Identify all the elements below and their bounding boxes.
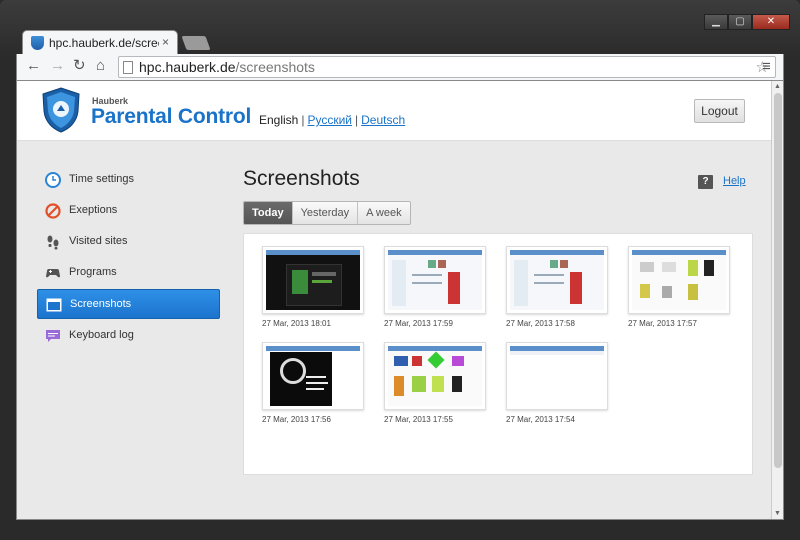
sidebar-item-label: Screenshots <box>70 298 132 310</box>
tab-title: hpc.hauberk.de/screensho <box>49 36 159 50</box>
sidebar-item-label: Time settings <box>69 173 135 185</box>
chat-icon <box>46 330 60 342</box>
forward-arrow-icon[interactable]: → <box>50 57 65 75</box>
scroll-thumb[interactable] <box>774 93 782 468</box>
home-icon[interactable]: ⌂ <box>96 57 105 75</box>
sidebar-item-label: Programs <box>69 266 117 278</box>
url-path: /screenshots <box>235 59 315 75</box>
gamepad-icon <box>46 269 60 278</box>
browser-tab[interactable]: hpc.hauberk.de/screensho × <box>22 30 178 54</box>
tab-a-week[interactable]: A week <box>358 202 410 224</box>
address-bar[interactable]: hpc.hauberk.de/screenshots ☆ <box>118 56 776 78</box>
language-switcher: English | Русский | Deutsch <box>259 113 406 127</box>
screenshot-item[interactable]: 27 Mar, 2013 17:59 <box>384 246 488 328</box>
screenshot-thumbnail[interactable] <box>628 246 730 314</box>
hauberk-favicon-icon <box>31 36 44 50</box>
new-tab-button[interactable] <box>181 36 211 50</box>
footprints-icon <box>47 235 59 250</box>
sidebar-item-exceptions[interactable]: Exeptions <box>37 196 220 226</box>
page-icon <box>123 61 133 74</box>
sidebar-item-label: Keyboard log <box>69 329 134 341</box>
logout-button[interactable]: Logout <box>694 99 745 123</box>
screenshot-date: 27 Mar, 2013 17:59 <box>384 319 453 328</box>
sidebar-item-visited-sites[interactable]: Visited sites <box>37 227 220 257</box>
screenshot-date: 27 Mar, 2013 17:57 <box>628 319 697 328</box>
screenshot-thumbnail[interactable] <box>506 342 608 410</box>
clock-icon <box>45 172 61 188</box>
lang-german-link[interactable]: Deutsch <box>361 113 405 127</box>
shield-logo-icon <box>42 87 80 133</box>
screenshot-date: 27 Mar, 2013 18:01 <box>262 319 331 328</box>
screenshot-item[interactable]: 27 Mar, 2013 17:54 <box>506 342 610 424</box>
screenshot-thumbnail[interactable] <box>262 342 364 410</box>
screenshot-date: 27 Mar, 2013 17:54 <box>506 415 575 424</box>
sidebar-item-label: Visited sites <box>69 235 128 247</box>
tab-today[interactable]: Today <box>244 202 293 224</box>
screenshot-item[interactable]: 27 Mar, 2013 17:58 <box>506 246 610 328</box>
screenshot-item[interactable]: 27 Mar, 2013 17:57 <box>628 246 732 328</box>
screenshot-item[interactable]: 27 Mar, 2013 17:56 <box>262 342 366 424</box>
screenshot-item[interactable]: 27 Mar, 2013 18:01 <box>262 246 366 328</box>
sidebar-item-programs[interactable]: Programs <box>37 258 220 288</box>
close-window-button[interactable]: ✕ <box>752 14 790 30</box>
tab-yesterday[interactable]: Yesterday <box>292 202 359 224</box>
sidebar-item-screenshots[interactable]: Screenshots <box>37 289 220 319</box>
screenshot-thumbnail[interactable] <box>262 246 364 314</box>
minimize-button[interactable]: ▁ <box>704 14 728 30</box>
lang-english: English <box>259 113 299 127</box>
sidebar-item-label: Exeptions <box>69 204 118 216</box>
url-host: hpc.hauberk.de <box>139 59 236 75</box>
screenshot-date: 27 Mar, 2013 17:58 <box>506 319 575 328</box>
back-arrow-icon[interactable]: ← <box>26 57 41 75</box>
help-question-icon[interactable]: ? <box>698 175 713 189</box>
menu-icon[interactable]: ≡ <box>762 58 771 75</box>
screenshot-thumbnail[interactable] <box>384 342 486 410</box>
browser-toolbar: ← → ↻ ⌂ hpc.hauberk.de/screenshots ☆ ≡ <box>16 54 784 80</box>
window-icon <box>46 298 62 312</box>
screenshots-panel: 27 Mar, 2013 18:01 27 Mar, 2013 17:59 27… <box>243 233 753 475</box>
window-controls: ▁ ▢ ✕ <box>704 14 790 30</box>
page-title: Screenshots <box>243 167 360 190</box>
screenshot-date: 27 Mar, 2013 17:55 <box>384 415 453 424</box>
forbidden-icon <box>45 203 61 219</box>
browser-window: hpc.hauberk.de/screensho × ▁ ▢ ✕ ← → ↻ ⌂… <box>0 0 800 540</box>
screenshot-thumbnail[interactable] <box>384 246 486 314</box>
screenshot-date: 27 Mar, 2013 17:56 <box>262 415 331 424</box>
screenshot-thumbnail[interactable] <box>506 246 608 314</box>
site-header: Hauberk Parental Control English | Русский… <box>17 81 772 141</box>
scroll-up-arrow-icon[interactable]: ▲ <box>774 83 781 90</box>
page-scrollbar[interactable]: ▲ ▼ <box>771 81 783 519</box>
scroll-down-arrow-icon[interactable]: ▼ <box>774 510 781 517</box>
help-link[interactable]: Help <box>723 175 746 187</box>
period-tabs: Today Yesterday A week <box>243 201 411 225</box>
sidebar-item-time-settings[interactable]: Time settings <box>37 165 220 195</box>
page-viewport: Hauberk Parental Control English | Русский… <box>16 80 784 520</box>
lang-russian-link[interactable]: Русский <box>307 113 352 127</box>
brand-title: Parental Control <box>91 105 252 128</box>
reload-icon[interactable]: ↻ <box>73 57 86 75</box>
screenshot-item[interactable]: 27 Mar, 2013 17:55 <box>384 342 488 424</box>
sidebar-item-keyboard-log[interactable]: Keyboard log <box>37 321 220 351</box>
tab-close-icon[interactable]: × <box>162 35 169 49</box>
maximize-button[interactable]: ▢ <box>728 14 752 30</box>
